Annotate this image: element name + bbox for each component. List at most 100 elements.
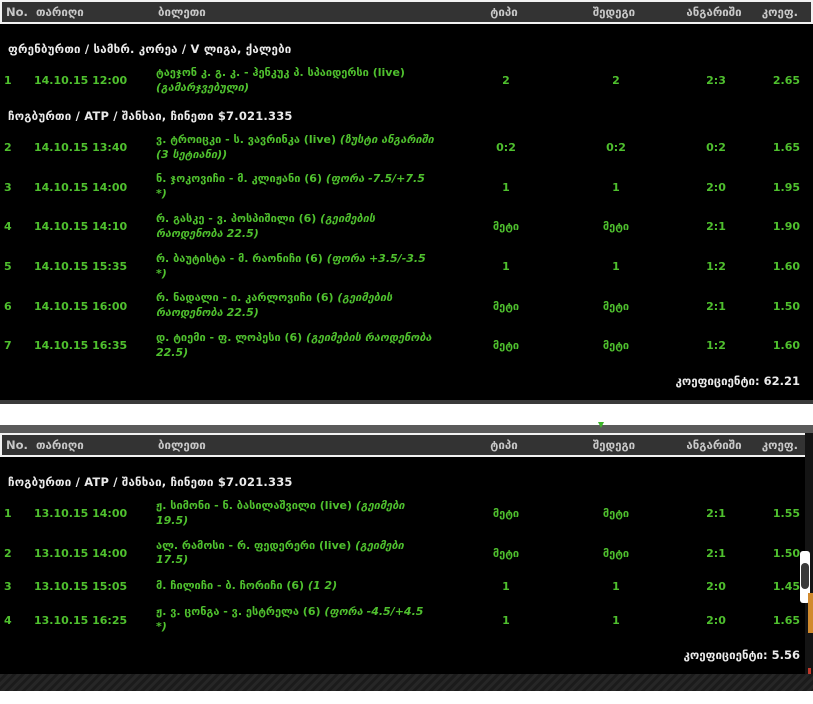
tables-gap <box>0 403 813 425</box>
row-score: 2:1 <box>706 299 726 313</box>
total-coefficient: კოეფიციენტი: 62.21 <box>0 366 813 400</box>
row-result: 1 <box>612 260 620 274</box>
ticket-match: ტაეჯონ კ. გ. კ. - ჰენკუკ პ. სპაიდერსი (l… <box>156 66 405 79</box>
row-date: 14.10.15 14:10 <box>34 220 128 234</box>
table-row: 2 14.10.15 13:40 ვ. ტროიცკი - ს. ვავრინკ… <box>0 128 813 168</box>
ticket-match: ნ. ჯოკოვიჩი - მ. კლიჟანი (6) <box>156 172 322 186</box>
ticket-bet-type: (1 2) <box>307 579 338 593</box>
bet-table-1: No. თარიღი ბილეთი ტიპი შედეგი ანგარიში კ… <box>0 0 813 404</box>
row-type: 0:2 <box>496 141 516 155</box>
total-coefficient-value: 5.56 <box>771 647 800 662</box>
row-result: მეტი <box>602 299 630 313</box>
col-header-no: No. <box>6 5 28 19</box>
row-ticket: მ. ჩილიჩი - ბ. ჩორიჩი (6) (1 2) <box>156 579 456 594</box>
league-header: ჩოგბურთი / ATP / შანხაი, ჩინეთი $7.021.3… <box>8 474 293 489</box>
row-date: 14.10.15 16:35 <box>34 339 128 353</box>
ticket-match: ვ. ტროიცკი - ს. ვავრინკა (live) <box>156 132 337 146</box>
row-type: 1 <box>502 580 510 594</box>
row-type: მეტი <box>492 546 520 560</box>
row-date: 13.10.15 14:00 <box>34 546 128 560</box>
table-row: 3 14.10.15 14:00 ნ. ჯოკოვიჩი - მ. კლიჟან… <box>0 167 813 207</box>
row-type: მეტი <box>492 299 520 313</box>
col-header-result: შედეგი <box>592 437 636 452</box>
row-date: 13.10.15 16:25 <box>34 613 128 627</box>
ticket-match: ჟ. სიმონი - ნ. ბასილაშვილი (live) <box>156 498 353 512</box>
row-result: მეტი <box>602 220 630 234</box>
row-ticket: ჟ. სიმონი - ნ. ბასილაშვილი (live) (გეიმე… <box>156 499 456 529</box>
row-number: 3 <box>4 580 12 594</box>
table-2-header-row: No. თარიღი ბილეთი ტიპი შედეგი ანგარიში კ… <box>0 432 813 457</box>
row-ticket: რ. ბაუტისტა - მ. რაონიჩი (6) (ფორა +3.5/… <box>156 252 456 282</box>
table-row: 7 14.10.15 16:35 დ. ტიემი - ფ. ლოპესი (6… <box>0 326 813 366</box>
col-header-date: თარიღი <box>36 437 84 452</box>
green-marker-icon <box>598 421 604 428</box>
ticket-match: რ. ნადალი - ი. კარლოვიჩი (6) <box>156 291 334 305</box>
row-score: 2:1 <box>706 507 726 521</box>
scrollbar-thumb[interactable] <box>801 562 809 589</box>
row-type: 2 <box>502 74 510 88</box>
league-header: ჩოგბურთი / ATP / შანხაი, ჩინეთი $7.021.3… <box>8 108 293 123</box>
row-result: 1 <box>612 180 620 194</box>
row-result: მეტი <box>602 339 630 353</box>
row-date: 14.10.15 15:35 <box>34 260 128 274</box>
col-header-score: ანგარიში <box>686 5 742 19</box>
row-number: 4 <box>4 220 12 234</box>
row-coef: 1.50 <box>772 299 800 313</box>
table-row: 5 14.10.15 15:35 რ. ბაუტისტა - მ. რაონიჩ… <box>0 247 813 287</box>
row-number: 4 <box>4 613 12 627</box>
row-result: 1 <box>612 613 620 627</box>
row-number: 5 <box>4 260 12 274</box>
textured-footer-strip <box>0 673 813 691</box>
col-header-ticket: ბილეთი <box>158 5 206 19</box>
row-date: 14.10.15 13:40 <box>34 141 128 155</box>
row-coef: 1.60 <box>772 339 800 353</box>
league-header: ფრენბურთი / სამხრ. კორეა / V ლიგა, ქალებ… <box>8 42 292 56</box>
row-number: 2 <box>4 546 12 560</box>
row-type: მეტი <box>492 220 520 234</box>
row-ticket: ტაეჯონ კ. გ. კ. - ჰენკუკ პ. სპაიდერსი (l… <box>156 66 456 96</box>
table-row: 3 13.10.15 15:05 მ. ჩილიჩი - ბ. ჩორიჩი (… <box>0 573 813 600</box>
row-number: 3 <box>4 180 12 194</box>
total-coefficient-label: კოეფიციენტი: <box>683 647 768 662</box>
row-type: მეტი <box>492 507 520 521</box>
edge-artifact-orange <box>808 592 813 633</box>
row-coef: 1.90 <box>772 220 800 234</box>
row-score: 1:2 <box>706 339 726 353</box>
row-score: 2:0 <box>706 580 726 594</box>
ticket-match: რ. ბაუტისტა - მ. რაონიჩი (6) <box>156 251 323 265</box>
table-1-header-row: No. თარიღი ბილეთი ტიპი შედეგი ანგარიში კ… <box>0 0 813 24</box>
row-score: 2:0 <box>706 613 726 627</box>
row-ticket: რ. გასკე - ვ. პოსპიშილი (6) (გეიმების რა… <box>156 212 456 242</box>
total-coefficient-label: კოეფიციენტი: <box>675 373 760 388</box>
row-type: 1 <box>502 613 510 627</box>
page-bottom <box>0 690 813 704</box>
table-row: 2 13.10.15 14:00 ალ. რამოსი - რ. ფედერერ… <box>0 534 813 574</box>
row-number: 1 <box>4 74 12 88</box>
ticket-match: რ. გასკე - ვ. პოსპიშილი (6) <box>156 212 317 226</box>
row-ticket: ჟ. ვ. ცონგა - ვ. ესტრელა (6) (ფორა -4.5/… <box>156 605 456 635</box>
table-row: 6 14.10.15 16:00 რ. ნადალი - ი. კარლოვიჩ… <box>0 286 813 326</box>
row-date: 14.10.15 14:00 <box>34 180 128 194</box>
row-score: 0:2 <box>706 141 726 155</box>
row-ticket: დ. ტიემი - ფ. ლოპესი (6) (გეიმების რაოდე… <box>156 331 456 361</box>
row-date: 13.10.15 14:00 <box>34 507 128 521</box>
table-row: 4 13.10.15 16:25 ჟ. ვ. ცონგა - ვ. ესტრელ… <box>0 600 813 640</box>
col-header-score: ანგარიში <box>686 437 742 452</box>
row-score: 2:1 <box>706 220 726 234</box>
row-coef: 1.60 <box>772 260 800 274</box>
ticket-match: ჟ. ვ. ცონგა - ვ. ესტრელა (6) <box>156 605 321 619</box>
row-date: 14.10.15 12:00 <box>34 74 128 88</box>
bet-table-2: No. თარიღი ბილეთი ტიპი შედეგი ანგარიში კ… <box>0 432 813 674</box>
row-score: 2:0 <box>706 180 726 194</box>
bet-history-page: No. თარიღი ბილეთი ტიპი შედეგი ანგარიში კ… <box>0 0 813 704</box>
table-row: 1 13.10.15 14:00 ჟ. სიმონი - ნ. ბასილაშვ… <box>0 494 813 534</box>
row-number: 1 <box>4 507 12 521</box>
row-score: 1:2 <box>706 260 726 274</box>
col-header-result: შედეგი <box>592 5 636 19</box>
row-coef: 1.95 <box>772 180 800 194</box>
row-result: 0:2 <box>606 141 626 155</box>
ticket-bet-type: (გამარჯვებული) <box>156 80 249 94</box>
row-number: 7 <box>4 339 12 353</box>
col-header-coef: კოეფ. <box>761 5 798 19</box>
ticket-match: მ. ჩილიჩი - ბ. ჩორიჩი (6) <box>156 579 305 593</box>
